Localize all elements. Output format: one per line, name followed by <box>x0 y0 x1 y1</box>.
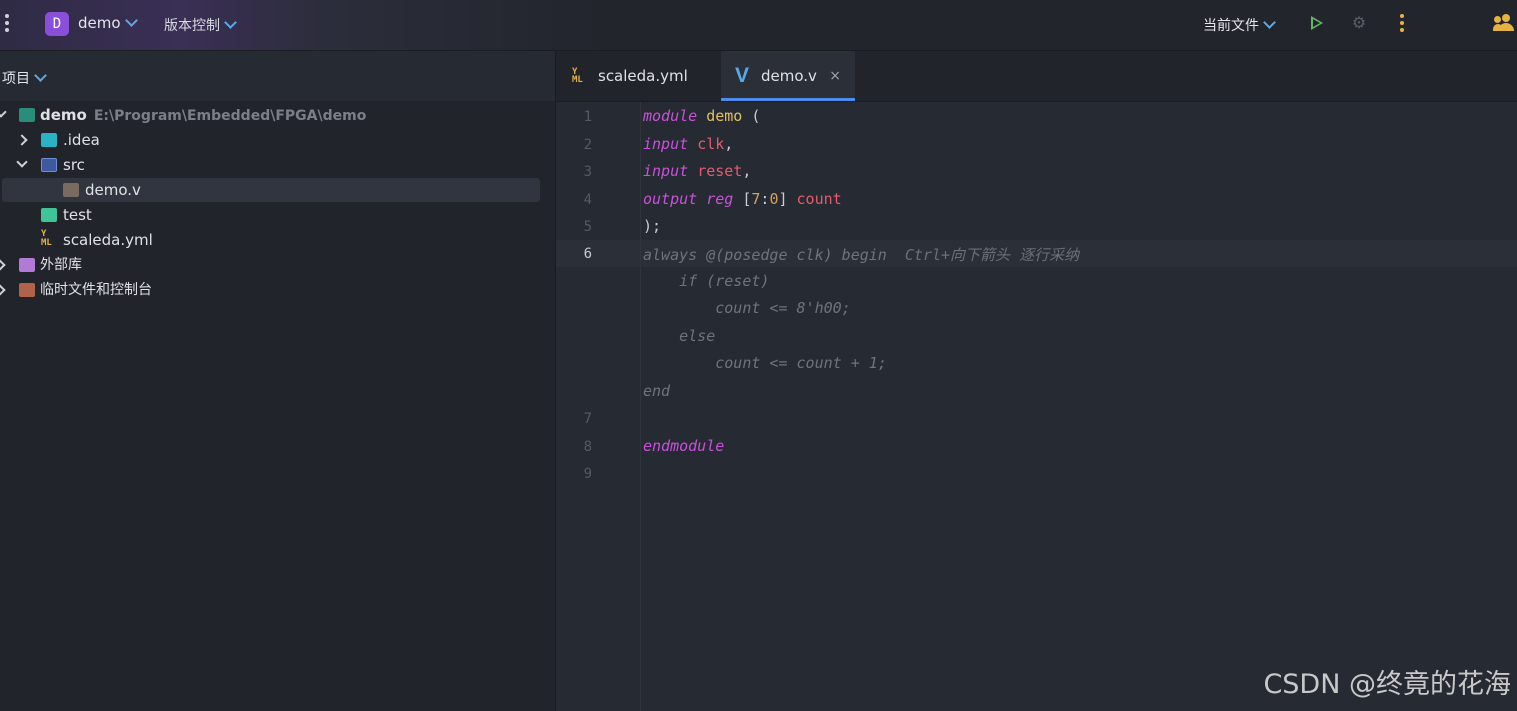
project-view-selector[interactable]: 项目 <box>2 68 47 88</box>
line-number: 5 <box>583 219 592 235</box>
project-name: demo <box>78 14 121 32</box>
active-tab-indicator <box>721 98 855 101</box>
tree-item-label: demo.v <box>85 181 141 199</box>
verilog-file-icon: V <box>735 64 750 87</box>
source-folder-icon <box>41 158 57 172</box>
tree-item-scratches[interactable]: 临时文件和控制台 <box>0 278 555 302</box>
chevron-down-icon <box>1263 16 1276 29</box>
tree-item-label: test <box>63 206 92 224</box>
line-number: 2 <box>583 137 592 153</box>
code-line: output reg [7:0] count <box>643 190 842 208</box>
tree-item-demo-v[interactable]: demo.v <box>0 178 555 202</box>
tree-item-idea[interactable]: .idea <box>0 128 555 152</box>
run-config-selector[interactable]: 当前文件 <box>1203 15 1276 35</box>
chevron-down-icon <box>124 14 138 27</box>
vcs-menu[interactable]: 版本控制 <box>164 15 237 35</box>
project-switcher[interactable]: demo <box>78 14 138 32</box>
collaboration-icon[interactable] <box>1493 14 1517 34</box>
code-line: module demo ( <box>643 107 761 125</box>
code-line: ); <box>643 217 662 235</box>
tree-item-label: demo E:\Program\Embedded\FPGA\demo <box>40 106 367 124</box>
tree-item-scaleda-yml[interactable]: Y ML scaleda.yml <box>0 228 555 252</box>
ghost-code-line: end <box>643 382 671 400</box>
tab-scaleda-yml[interactable]: Y ML scaleda.yml <box>556 51 719 101</box>
line-number: 3 <box>583 164 592 180</box>
line-number: 8 <box>583 439 592 455</box>
run-icon[interactable] <box>1311 16 1323 30</box>
line-number: 9 <box>583 466 592 482</box>
watermark: CSDN @终竟的花海 <box>1263 669 1511 700</box>
ghost-code: always @(posedge clk) begin <box>643 246 887 264</box>
code-line: endmodule <box>643 437 725 455</box>
project-panel-header: 项目 <box>0 51 555 101</box>
run-config-label: 当前文件 <box>1203 18 1259 34</box>
ghost-code-line: else <box>643 327 716 345</box>
tree-item-label: scaleda.yml <box>63 231 153 249</box>
yaml-file-icon: Y ML <box>41 229 52 248</box>
line-number: 1 <box>583 109 592 125</box>
tab-label: scaleda.yml <box>598 67 688 85</box>
project-panel-title: 项目 <box>2 71 30 87</box>
yaml-file-icon: Y ML <box>572 67 583 85</box>
selection-highlight <box>2 178 540 202</box>
tree-item-label: 临时文件和控制台 <box>40 282 152 298</box>
expand-arrow-icon[interactable] <box>16 156 28 168</box>
expand-arrow-icon[interactable] <box>0 259 6 271</box>
line-number: 6 <box>583 246 592 262</box>
library-icon <box>19 258 35 272</box>
tree-item-label: 外部库 <box>40 257 82 273</box>
code-line: input reset, <box>643 162 752 180</box>
tree-item-label: src <box>63 156 85 174</box>
module-folder-icon <box>19 108 35 122</box>
editor-tabs: Y ML scaleda.yml V demo.v × <box>556 51 1517 102</box>
tree-item-label: .idea <box>63 131 100 149</box>
line-number: 7 <box>583 411 592 427</box>
tab-demo-v[interactable]: V demo.v × <box>721 51 855 101</box>
project-path: E:\Program\Embedded\FPGA\demo <box>93 108 367 124</box>
code-line: input clk, <box>643 135 734 153</box>
close-icon[interactable]: × <box>829 51 841 101</box>
more-actions-icon[interactable] <box>1398 14 1406 36</box>
tab-label: demo.v <box>761 67 817 85</box>
vcs-label: 版本控制 <box>164 18 220 34</box>
tree-item-external-libraries[interactable]: 外部库 <box>0 253 555 277</box>
ai-suggestion-line: always @(posedge clk) begin Ctrl+向下箭头 逐行… <box>643 244 1079 265</box>
tree-item-test[interactable]: test <box>0 203 555 227</box>
expand-arrow-icon[interactable] <box>0 106 7 118</box>
ghost-code-line: count <= count + 1; <box>643 354 887 372</box>
debug-icon[interactable]: ⚙ <box>1350 14 1368 32</box>
scratches-icon <box>19 283 35 297</box>
title-bar: D demo 版本控制 当前文件 ⚙ <box>0 0 1517 51</box>
project-panel: 项目 demo E:\Program\Embedded\FPGA\demo .id… <box>0 51 556 711</box>
line-number: 4 <box>583 192 592 208</box>
tree-item-src[interactable]: src <box>0 153 555 177</box>
ghost-code-line: count <= 8'h00; <box>643 299 851 317</box>
accept-hint: Ctrl+向下箭头 逐行采纳 <box>904 246 1080 264</box>
gutter-separator <box>640 102 641 711</box>
expand-arrow-icon[interactable] <box>16 134 28 146</box>
test-folder-icon <box>41 208 57 222</box>
idea-folder-icon <box>41 133 57 147</box>
code-editor[interactable]: 1 2 3 4 5 6 7 8 9 module demo ( input cl… <box>556 102 1517 711</box>
chevron-down-icon <box>34 69 47 82</box>
expand-arrow-icon[interactable] <box>0 284 6 296</box>
chevron-down-icon <box>224 16 237 29</box>
main-menu-icon[interactable] <box>3 14 13 36</box>
ghost-code-line: if (reset) <box>643 272 770 290</box>
verilog-file-icon <box>63 183 79 197</box>
project-badge[interactable]: D <box>45 12 69 36</box>
tree-item-demo[interactable]: demo E:\Program\Embedded\FPGA\demo <box>0 103 555 127</box>
